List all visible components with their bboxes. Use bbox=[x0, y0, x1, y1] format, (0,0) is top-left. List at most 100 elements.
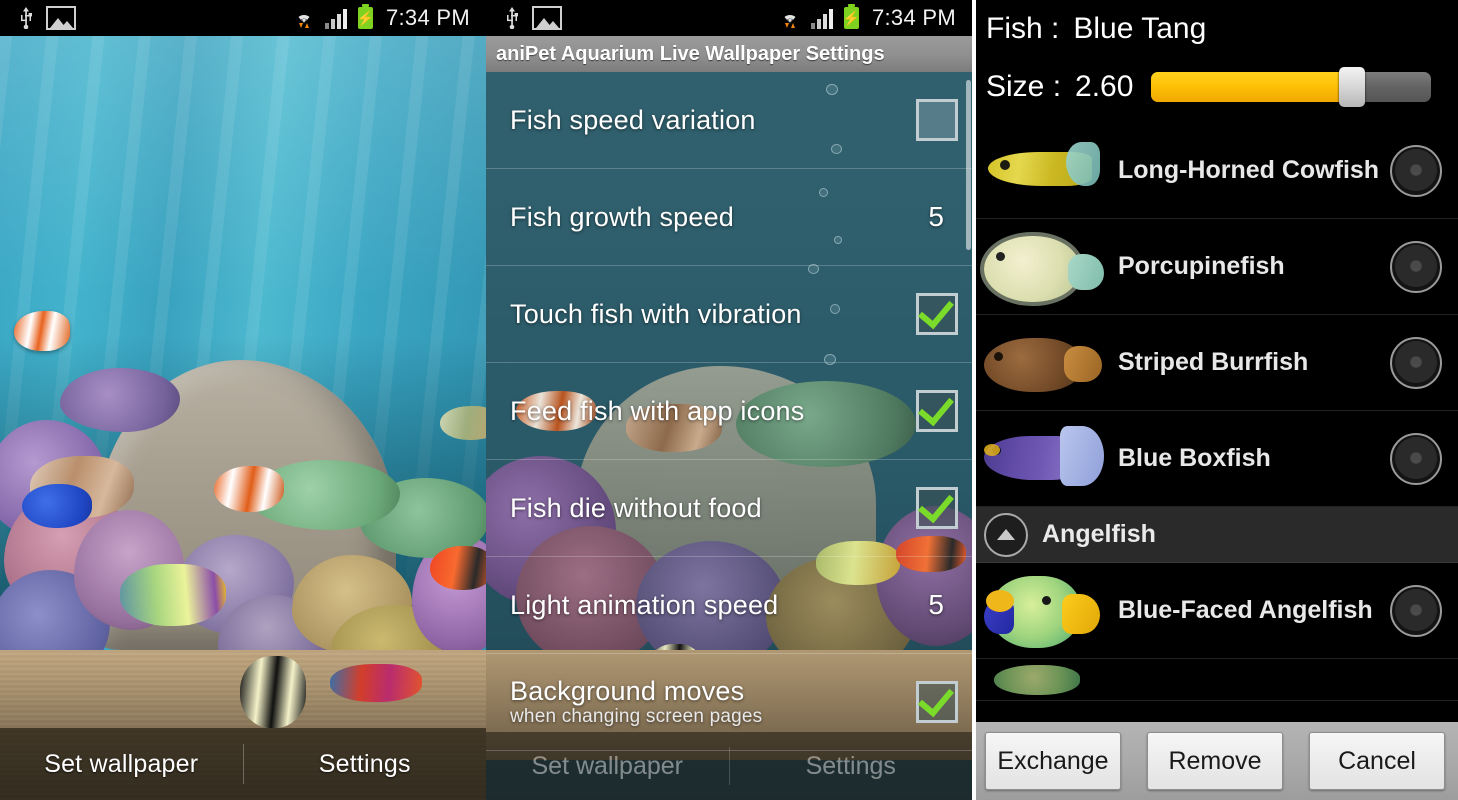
size-value: 2.60 bbox=[1075, 70, 1134, 103]
pref-label: Fish growth speed bbox=[510, 201, 735, 232]
pref-fish-die-without-food[interactable]: Fish die without food bbox=[486, 460, 972, 557]
settings-title-bar: aniPet Aquarium Live Wallpaper Settings bbox=[486, 36, 972, 72]
fish-picker-footer: Exchange Remove Cancel bbox=[972, 722, 1458, 800]
status-right-icons: ⚡ 7:34 PM bbox=[778, 4, 972, 31]
checkbox-fish-die-without-food[interactable] bbox=[916, 485, 958, 529]
status-clock: 7:34 PM bbox=[385, 5, 470, 30]
pref-value: 5 bbox=[928, 201, 944, 232]
home-wallpaper-screen: ⚡ 7:34 PM Set wallpaper Settings bbox=[0, 0, 486, 800]
status-right-icons: ⚡ 7:34 PM bbox=[292, 4, 486, 31]
pref-value: 5 bbox=[928, 589, 944, 620]
battery-charging-icon: ⚡ bbox=[357, 4, 374, 29]
list-item[interactable]: Blue-Faced Angelfish bbox=[972, 563, 1458, 659]
size-slider-fill bbox=[1151, 72, 1351, 102]
settings-scrollbar[interactable] bbox=[966, 80, 971, 250]
fish-name-row: Fish : Blue Tang bbox=[972, 0, 1458, 58]
fish-blue-tang bbox=[22, 484, 92, 528]
pref-label: Fish die without food bbox=[510, 492, 762, 523]
list-item[interactable]: Long-Horned Cowfish bbox=[972, 123, 1458, 219]
home-navbar: Set wallpaper Settings bbox=[0, 728, 486, 800]
settings-list: Fish speed variation Fish growth speed 5… bbox=[486, 72, 972, 800]
size-slider[interactable] bbox=[1151, 67, 1432, 107]
checkbox-feed-fish-with-app-icons[interactable] bbox=[916, 388, 958, 432]
fish-thumbnail-porcupinefish bbox=[980, 228, 1108, 306]
status-bar: ⚡ 7:34 PM bbox=[0, 0, 486, 36]
checkbox-fish-speed-variation[interactable] bbox=[916, 99, 958, 141]
fish-purple-firefish bbox=[330, 664, 422, 702]
fish-name: Blue-Faced Angelfish bbox=[1118, 596, 1373, 624]
fish-list[interactable]: Long-Horned Cowfish Porcupinefish Stripe… bbox=[972, 123, 1458, 720]
pref-label: Background moves bbox=[510, 675, 745, 706]
settings-title: aniPet Aquarium Live Wallpaper Settings bbox=[496, 42, 885, 65]
checkbox-background-moves[interactable] bbox=[916, 679, 958, 723]
fish-thumbnail-partial bbox=[980, 663, 1108, 697]
signal-icon bbox=[810, 7, 835, 29]
size-slider-knob[interactable] bbox=[1339, 67, 1366, 107]
fish-name: Long-Horned Cowfish bbox=[1118, 156, 1380, 184]
settings-screen: ⚡ 7:34 PM aniPet Aquarium Live Wallpaper… bbox=[486, 0, 972, 800]
list-item[interactable]: Striped Burrfish bbox=[972, 315, 1458, 411]
usb-icon bbox=[504, 7, 520, 30]
check-icon bbox=[918, 388, 954, 427]
pref-label: Light animation speed bbox=[510, 589, 779, 620]
status-left-icons bbox=[486, 6, 562, 30]
set-wallpaper-button[interactable]: Set wallpaper bbox=[0, 750, 243, 779]
fish-moorish-idol bbox=[240, 656, 306, 728]
size-label: Size : bbox=[986, 70, 1062, 103]
pref-label: Fish speed variation bbox=[510, 104, 756, 135]
fish-picker-header: Fish : Blue Tang Size : 2.60 bbox=[972, 0, 1458, 123]
pref-fish-speed-variation[interactable]: Fish speed variation bbox=[486, 72, 972, 169]
pref-touch-fish-with-vibration[interactable]: Touch fish with vibration bbox=[486, 266, 972, 363]
pref-fish-growth-speed[interactable]: Fish growth speed 5 bbox=[486, 169, 972, 266]
aquarium-scene bbox=[0, 36, 486, 800]
usb-icon bbox=[18, 7, 34, 30]
fish-name: Porcupinefish bbox=[1118, 252, 1285, 280]
remove-button[interactable]: Remove bbox=[1147, 732, 1283, 790]
checkbox-touch-fish-with-vibration[interactable] bbox=[916, 291, 958, 335]
screenshot-icon bbox=[46, 6, 76, 30]
three-screenshot-strip: ⚡ 7:34 PM Set wallpaper Settings ⚡ 7:34 … bbox=[0, 0, 1458, 800]
fish-clownfish-2 bbox=[214, 466, 284, 512]
status-bar: ⚡ 7:34 PM bbox=[486, 0, 972, 36]
coral-top-left bbox=[60, 368, 180, 432]
wifi-icon bbox=[778, 7, 802, 29]
check-icon bbox=[918, 485, 954, 524]
fish-thumbnail-striped-burrfish bbox=[980, 324, 1108, 402]
exchange-button[interactable]: Exchange bbox=[985, 732, 1121, 790]
signal-icon bbox=[324, 7, 349, 29]
coral-reef bbox=[0, 360, 486, 700]
chevron-up-icon[interactable] bbox=[984, 512, 1028, 557]
radio-blue-faced-angelfish[interactable] bbox=[1390, 584, 1442, 637]
fish-name: Striped Burrfish bbox=[1118, 348, 1309, 376]
check-icon bbox=[918, 291, 954, 330]
pref-light-animation-speed[interactable]: Light animation speed 5 bbox=[486, 557, 972, 654]
fish-thumbnail-blue-faced-angelfish bbox=[980, 572, 1108, 650]
pref-sublabel: when changing screen pages bbox=[510, 706, 763, 728]
fish-thumbnail-long-horned-cowfish bbox=[980, 132, 1108, 210]
status-left-icons bbox=[0, 6, 76, 30]
fish-value: Blue Tang bbox=[1073, 12, 1207, 45]
cancel-button[interactable]: Cancel bbox=[1309, 732, 1445, 790]
battery-charging-icon: ⚡ bbox=[843, 4, 860, 29]
list-item[interactable]: Porcupinefish bbox=[972, 219, 1458, 315]
radio-blue-boxfish[interactable] bbox=[1390, 432, 1442, 485]
list-item-partial[interactable] bbox=[972, 659, 1458, 701]
status-clock: 7:34 PM bbox=[871, 5, 956, 30]
group-header-angelfish[interactable]: Angelfish bbox=[972, 507, 1458, 563]
fish-picker-screen: Fish : Blue Tang Size : 2.60 Long-Horned… bbox=[972, 0, 1458, 800]
fish-small-right bbox=[440, 406, 486, 440]
fish-size-row: Size : 2.60 bbox=[972, 58, 1458, 116]
fish-name: Blue Boxfish bbox=[1118, 444, 1271, 472]
radio-striped-burrfish[interactable] bbox=[1390, 336, 1442, 389]
fish-label: Fish : bbox=[986, 12, 1060, 45]
fish-flame-wrasse bbox=[120, 564, 226, 626]
settings-button[interactable]: Settings bbox=[244, 750, 487, 779]
radio-porcupinefish[interactable] bbox=[1390, 240, 1442, 293]
check-icon bbox=[918, 679, 954, 718]
fish-clownfish-1 bbox=[14, 311, 70, 351]
pref-feed-fish-with-app-icons[interactable]: Feed fish with app icons bbox=[486, 363, 972, 460]
pref-background-moves[interactable]: Background moves when changing screen pa… bbox=[486, 654, 972, 751]
radio-long-horned-cowfish[interactable] bbox=[1390, 144, 1442, 197]
list-item[interactable]: Blue Boxfish bbox=[972, 411, 1458, 507]
fish-butterflyfish bbox=[430, 546, 486, 590]
